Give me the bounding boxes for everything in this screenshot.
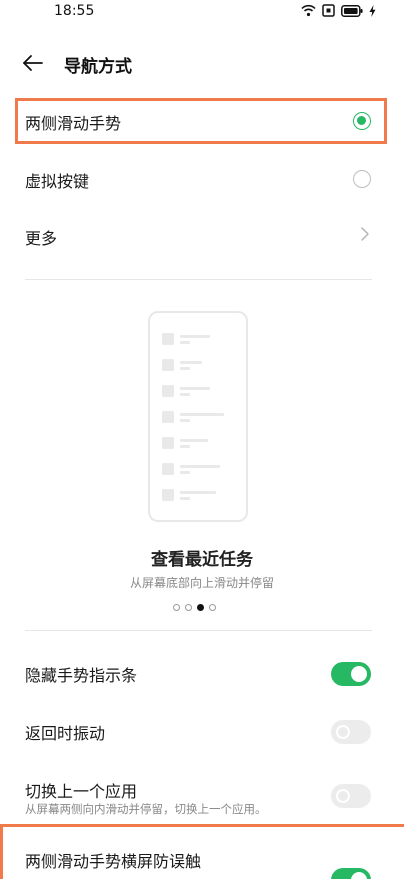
more-label: 更多 (25, 229, 58, 248)
radio-unselected[interactable] (353, 170, 371, 188)
illustration-list-item (162, 411, 232, 425)
page-dot-active[interactable] (197, 604, 204, 611)
illustration-title: 查看最近任务 (151, 550, 253, 570)
page-dot[interactable] (173, 604, 180, 611)
page-dot[interactable] (185, 604, 192, 611)
setting-hide-gesture-bar: 隐藏手势指示条 (0, 646, 404, 702)
more-row[interactable]: 更多 (0, 211, 404, 261)
setting-label: 返回时振动 (25, 724, 106, 743)
illustration-subtitle: 从屏幕底部向上滑动并停留 (129, 576, 274, 590)
status-bar: 18:55 (0, 0, 404, 26)
charging-icon (369, 4, 376, 17)
toggle-switch[interactable] (331, 720, 371, 744)
back-button[interactable] (20, 50, 46, 76)
divider (25, 630, 372, 631)
illustration-list-item (162, 359, 232, 373)
divider (25, 279, 372, 280)
page-title: 导航方式 (64, 57, 132, 77)
toggle-switch[interactable] (331, 662, 371, 686)
illustration-list-item (162, 437, 232, 451)
page-dot[interactable] (209, 604, 216, 611)
nav-option-virtual-keys[interactable]: 虚拟按键 (0, 154, 404, 204)
setting-switch-previous-app: 切换上一个应用 从屏幕两侧向内滑动并停留，切换上一个应用。 (0, 762, 404, 822)
status-icons (301, 4, 376, 17)
highlight-box (0, 824, 404, 879)
notification-icon (322, 4, 335, 17)
setting-label: 隐藏手势指示条 (25, 666, 138, 685)
wifi-icon (301, 4, 316, 17)
battery-icon (341, 4, 363, 17)
arrow-left-icon (23, 55, 43, 71)
illustration-list-item (162, 463, 232, 477)
page-indicator (173, 604, 216, 611)
illustration-list-item (162, 385, 232, 399)
phone-illustration (148, 311, 248, 522)
status-time: 18:55 (54, 3, 95, 19)
setting-vibrate-on-back: 返回时振动 (0, 704, 404, 760)
illustration-list-item (162, 333, 232, 347)
header: 导航方式 (0, 44, 404, 84)
setting-description: 从屏幕两侧向内滑动并停留，切换上一个应用。 (25, 802, 267, 816)
option-label: 虚拟按键 (25, 172, 90, 191)
highlight-box (15, 98, 387, 144)
illustration-list-item (162, 489, 232, 503)
toggle-switch[interactable] (331, 784, 371, 808)
chevron-right-icon (358, 225, 372, 243)
setting-label: 切换上一个应用 (25, 782, 138, 801)
